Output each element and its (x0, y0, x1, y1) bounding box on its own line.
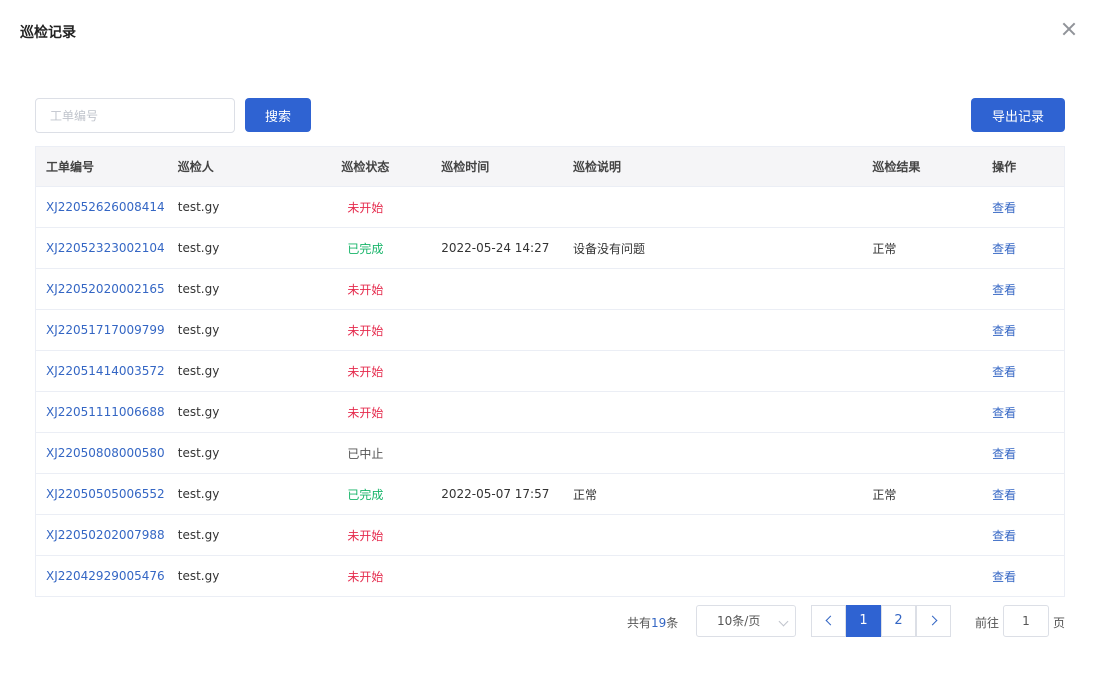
goto-label: 前往 (975, 616, 1000, 630)
inspector-cell: test.gy (177, 569, 220, 583)
inspector-cell: test.gy (177, 364, 220, 378)
description-cell: 设备没有问题 (572, 241, 645, 256)
inspector-cell: test.gy (177, 200, 220, 214)
table-row: XJ22052323002104 test.gy 已完成 2022-05-24 14:… (36, 228, 1064, 269)
page-2-button[interactable]: 2 (881, 605, 916, 637)
goto-page-input[interactable] (1003, 605, 1049, 637)
chevron-right-icon (927, 615, 937, 626)
total-suffix: 条 (666, 616, 679, 630)
status-cell: 未开始 (347, 569, 384, 584)
table-row: XJ22051717009799 test.gy 未开始 查看 (36, 310, 1064, 351)
next-page-button[interactable] (916, 605, 951, 637)
chevron-down-icon (778, 616, 789, 627)
order-id-link[interactable]: XJ22051717009799 (36, 323, 168, 337)
status-cell: 未开始 (347, 200, 384, 215)
table-row: XJ22050808000580 test.gy 已中止 查看 (36, 433, 1064, 474)
page-size-value: 10条/页 (717, 614, 761, 628)
result-cell: 正常 (872, 241, 897, 256)
view-link[interactable]: 查看 (982, 404, 1064, 421)
status-cell: 已完成 (347, 241, 384, 256)
status-cell: 未开始 (347, 528, 384, 543)
view-link[interactable]: 查看 (982, 322, 1064, 339)
description-cell: 正常 (572, 487, 597, 502)
header-inspector: 巡检人 (177, 160, 214, 174)
header-result: 巡检结果 (872, 160, 921, 174)
view-link[interactable]: 查看 (982, 486, 1064, 503)
export-records-button[interactable]: 导出记录 (971, 98, 1065, 132)
table-row: XJ22051111006688 test.gy 未开始 查看 (36, 392, 1064, 433)
table-row: XJ22052626008414 test.gy 未开始 查看 (36, 187, 1064, 228)
inspector-cell: test.gy (177, 282, 220, 296)
goto-suffix: 页 (1053, 616, 1066, 630)
inspection-records-dialog: 巡检记录 搜索 导出记录 工单编号 巡检人 巡检状态 巡检时间 巡检说明 巡检结… (0, 0, 1100, 675)
order-id-link[interactable]: XJ22050505006552 (36, 487, 168, 501)
records-table: 工单编号 巡检人 巡检状态 巡检时间 巡检说明 巡检结果 操作 XJ220526… (35, 146, 1065, 597)
view-link[interactable]: 查看 (982, 527, 1064, 544)
status-cell: 未开始 (347, 282, 384, 297)
table-row: XJ22052020002165 test.gy 未开始 查看 (36, 269, 1064, 310)
view-link[interactable]: 查看 (982, 199, 1064, 216)
total-prefix: 共有 (627, 616, 652, 630)
view-link[interactable]: 查看 (982, 240, 1064, 257)
table-row: XJ22050202007988 test.gy 未开始 查看 (36, 515, 1064, 556)
status-cell: 未开始 (347, 405, 384, 420)
result-cell: 正常 (872, 487, 897, 502)
status-cell: 未开始 (347, 323, 384, 338)
total-count: 共有19条 (627, 614, 678, 646)
order-id-link[interactable]: XJ22042929005476 (36, 569, 168, 583)
header-time: 巡检时间 (441, 160, 490, 174)
table-header: 工单编号 巡检人 巡检状态 巡检时间 巡检说明 巡检结果 操作 (36, 147, 1064, 187)
order-id-link[interactable]: XJ22052020002165 (36, 282, 168, 296)
status-cell: 已中止 (347, 446, 384, 461)
view-link[interactable]: 查看 (982, 568, 1064, 585)
order-id-link[interactable]: XJ22051111006688 (36, 405, 168, 419)
close-icon[interactable] (1060, 20, 1078, 38)
page-1-button[interactable]: 1 (846, 605, 881, 637)
header-description: 巡检说明 (572, 160, 621, 174)
status-cell: 已完成 (347, 487, 384, 502)
prev-page-button[interactable] (811, 605, 846, 637)
view-link[interactable]: 查看 (982, 445, 1064, 462)
dialog-title: 巡检记录 (20, 25, 76, 41)
inspector-cell: test.gy (177, 323, 220, 337)
search-button[interactable]: 搜索 (245, 98, 311, 132)
table-row: XJ22042929005476 test.gy 未开始 查看 (36, 556, 1064, 597)
order-id-link[interactable]: XJ22050808000580 (36, 446, 168, 460)
view-link[interactable]: 查看 (982, 363, 1064, 380)
order-id-link[interactable]: XJ22051414003572 (36, 364, 168, 378)
inspector-cell: test.gy (177, 446, 220, 460)
time-cell: 2022-05-07 17:57 (441, 487, 550, 501)
inspector-cell: test.gy (177, 487, 220, 501)
header-action: 操作 (992, 160, 1017, 174)
total-number: 19 (651, 616, 667, 630)
page-size-select[interactable]: 10条/页 (696, 605, 796, 637)
order-id-link[interactable]: XJ22050202007988 (36, 528, 168, 542)
time-cell: 2022-05-24 14:27 (441, 241, 550, 255)
search-input[interactable] (35, 98, 235, 133)
order-id-link[interactable]: XJ22052323002104 (36, 241, 168, 255)
inspector-cell: test.gy (177, 528, 220, 542)
table-row: XJ22050505006552 test.gy 已完成 2022-05-07 17:… (36, 474, 1064, 515)
inspector-cell: test.gy (177, 241, 220, 255)
header-order-id: 工单编号 (46, 160, 95, 174)
view-link[interactable]: 查看 (982, 281, 1064, 298)
order-id-link[interactable]: XJ22052626008414 (36, 200, 168, 214)
status-cell: 未开始 (347, 364, 384, 379)
inspector-cell: test.gy (177, 405, 220, 419)
table-row: XJ22051414003572 test.gy 未开始 查看 (36, 351, 1064, 392)
chevron-left-icon (825, 615, 835, 626)
header-status: 巡检状态 (341, 160, 390, 174)
